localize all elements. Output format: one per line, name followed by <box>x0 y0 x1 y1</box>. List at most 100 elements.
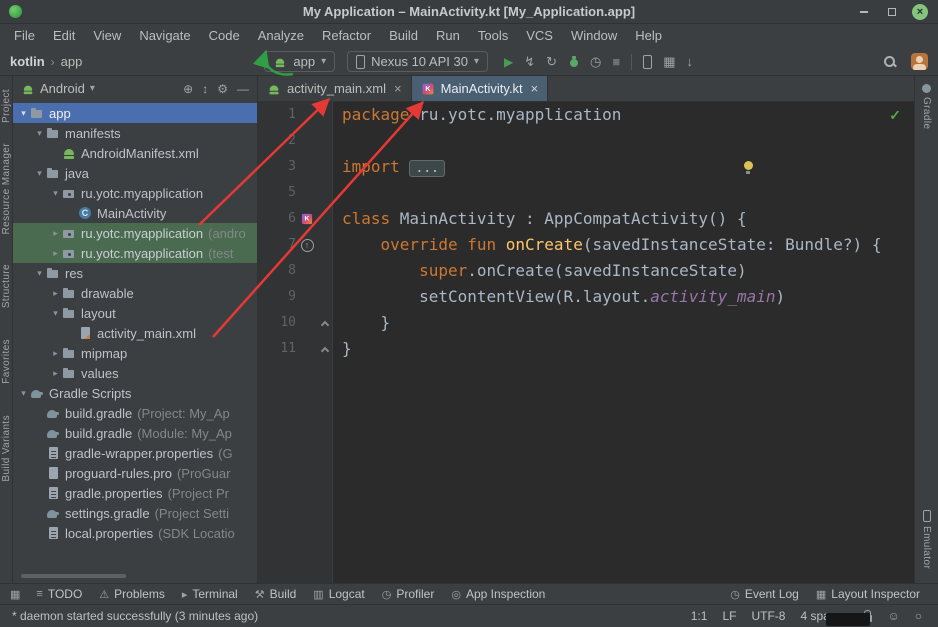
sync-project-icon[interactable]: ↻ <box>546 55 557 68</box>
toolwindow-button-event-log[interactable]: ◷Event Log <box>730 587 799 601</box>
toolwindow-button-todo[interactable]: ≡TODO <box>36 587 82 601</box>
maximize-button[interactable] <box>884 4 900 20</box>
toolwindow-stripe-project[interactable]: Project <box>1 89 12 123</box>
fold-marker-icon[interactable] <box>321 346 329 354</box>
device-manager-icon[interactable] <box>643 55 652 69</box>
horizontal-scrollbar[interactable] <box>19 574 251 578</box>
profile-avatar[interactable] <box>911 53 928 70</box>
avd-manager-icon[interactable]: ▦ <box>663 55 675 68</box>
chevron-down-icon[interactable]: ▾ <box>33 168 46 179</box>
tree-item-app[interactable]: ▾app <box>13 103 257 123</box>
menu-item-help[interactable]: Help <box>626 24 671 48</box>
apply-changes-icon[interactable]: ↯ <box>524 55 535 68</box>
menu-item-navigate[interactable]: Navigate <box>130 24 199 48</box>
toolwindow-stripe-favorites[interactable]: Favorites <box>1 339 12 384</box>
tree-item-values[interactable]: ▸values <box>13 363 257 383</box>
line-number[interactable]: 11 <box>258 336 296 362</box>
tree-item-ru-yotc-myapplication[interactable]: ▾ru.yotc.myapplication <box>13 183 257 203</box>
tree-item-mainactivity[interactable]: MainActivity <box>13 203 257 223</box>
toolwindow-stripe-structure[interactable]: Structure <box>1 264 12 308</box>
fold-marker-icon[interactable] <box>321 320 329 328</box>
run-button[interactable]: ▶ <box>504 56 513 68</box>
menu-item-edit[interactable]: Edit <box>44 24 84 48</box>
device-selector[interactable]: Nexus 10 API 30 ▾ <box>347 51 488 72</box>
line-separator[interactable]: LF <box>722 609 736 623</box>
intention-bulb-icon[interactable] <box>743 160 754 175</box>
line-number[interactable]: 8 <box>258 258 296 284</box>
tree-item-res[interactable]: ▾res <box>13 263 257 283</box>
chevron-right-icon[interactable]: ▸ <box>49 288 62 299</box>
tree-item-layout[interactable]: ▾layout <box>13 303 257 323</box>
sdk-manager-icon[interactable]: ↓ <box>687 55 694 68</box>
menu-item-run[interactable]: Run <box>427 24 469 48</box>
chevron-down-icon[interactable]: ▾ <box>33 268 46 279</box>
toolwindow-button-logcat[interactable]: ▥Logcat <box>313 587 364 601</box>
toolwindow-button-build[interactable]: ⚒Build <box>255 587 297 601</box>
collapse-all-icon[interactable]: ↕ <box>202 82 208 96</box>
project-view-selector[interactable]: Android <box>40 81 85 96</box>
chevron-down-icon[interactable]: ▾ <box>49 188 62 199</box>
menu-item-window[interactable]: Window <box>562 24 626 48</box>
tree-item-gradle-properties-project-pr[interactable]: gradle.properties(Project Pr <box>13 483 257 503</box>
tab-close-icon[interactable]: × <box>394 81 402 96</box>
file-encoding[interactable]: UTF-8 <box>751 609 785 623</box>
tree-item-ru-yotc-myapplication-andro[interactable]: ▸ru.yotc.myapplication(andro <box>13 223 257 243</box>
tree-item-gradle-scripts[interactable]: ▾Gradle Scripts <box>13 383 257 403</box>
line-number[interactable]: 9 <box>258 284 296 310</box>
editor-tab-activity-main-xml[interactable]: activity_main.xml× <box>258 76 412 101</box>
inspections-status-icon[interactable]: ✓ <box>889 107 901 124</box>
line-number[interactable]: 2 <box>258 128 296 154</box>
menu-item-analyze[interactable]: Analyze <box>249 24 313 48</box>
tab-close-icon[interactable]: × <box>531 81 539 96</box>
tree-item-mipmap[interactable]: ▸mipmap <box>13 343 257 363</box>
toolwindow-button-terminal[interactable]: ▸Terminal <box>182 587 238 601</box>
menu-item-code[interactable]: Code <box>200 24 249 48</box>
locate-file-icon[interactable]: ⊕ <box>183 82 193 96</box>
chevron-down-icon[interactable]: ▾ <box>17 108 30 119</box>
menu-item-refactor[interactable]: Refactor <box>313 24 380 48</box>
minimize-button[interactable] <box>856 4 872 20</box>
chevron-down-icon[interactable]: ▾ <box>33 128 46 139</box>
toolwindow-button-app-inspection[interactable]: ◎App Inspection <box>451 587 545 601</box>
editor[interactable]: 1package ru.yotc.myapplication23import .… <box>258 102 914 583</box>
toolwindow-button-profiler[interactable]: ◷Profiler <box>382 587 435 601</box>
notifications-icon[interactable]: ○ <box>915 609 922 623</box>
tree-item-ru-yotc-myapplication-test[interactable]: ▸ru.yotc.myapplication(test <box>13 243 257 263</box>
search-everywhere-icon[interactable] <box>883 55 897 69</box>
close-button[interactable]: × <box>912 4 928 20</box>
caret-position[interactable]: 1:1 <box>691 609 708 623</box>
toolwindow-stripe-emulator[interactable]: Emulator <box>921 510 932 569</box>
editor-tab-mainactivity-kt[interactable]: MainActivity.kt× <box>412 76 549 101</box>
chevron-down-icon[interactable]: ▾ <box>49 308 62 319</box>
chevron-right-icon[interactable]: ▸ <box>49 248 62 259</box>
tree-item-drawable[interactable]: ▸drawable <box>13 283 257 303</box>
line-number[interactable]: 10 <box>258 310 296 336</box>
tree-item-activity-main-xml[interactable]: activity_main.xml <box>13 323 257 343</box>
tree-item-local-properties-sdk-locatio[interactable]: local.properties(SDK Locatio <box>13 523 257 543</box>
line-number[interactable]: 6 <box>258 206 296 232</box>
chevron-down-icon[interactable]: ▾ <box>17 388 30 399</box>
tree-item-androidmanifest-xml[interactable]: AndroidManifest.xml <box>13 143 257 163</box>
tree-item-build-gradle-project-my-ap[interactable]: build.gradle(Project: My_Ap <box>13 403 257 423</box>
tree-item-proguard-rules-pro-proguar[interactable]: proguard-rules.pro(ProGuar <box>13 463 257 483</box>
line-number[interactable]: 5 <box>258 180 296 206</box>
debug-button[interactable] <box>568 56 579 68</box>
status-message[interactable]: * daemon started successfully (3 minutes… <box>12 609 258 623</box>
run-config-selector[interactable]: app ▾ <box>264 51 335 72</box>
hide-panel-icon[interactable]: — <box>237 82 249 96</box>
menu-item-vcs[interactable]: VCS <box>517 24 562 48</box>
feedback-smiley-icon[interactable]: ☺ <box>887 609 899 623</box>
menu-item-file[interactable]: File <box>5 24 44 48</box>
toolwindow-stripe-gradle[interactable]: Gradle <box>921 84 932 129</box>
kotlin-class-gutter-icon[interactable] <box>301 213 313 225</box>
toolwindow-stripe-resource-manager[interactable]: Resource Manager <box>1 143 12 234</box>
breadcrumb-root[interactable]: kotlin <box>10 54 45 69</box>
breadcrumb-current[interactable]: app <box>61 54 83 69</box>
chevron-right-icon[interactable]: ▸ <box>49 348 62 359</box>
toolwindow-stripe-build-variants[interactable]: Build Variants <box>1 415 12 482</box>
chevron-right-icon[interactable]: ▸ <box>49 228 62 239</box>
line-number[interactable]: 7 <box>258 232 296 258</box>
toolwindow-button-layout-inspector[interactable]: ▦Layout Inspector <box>816 587 920 601</box>
tree-item-java[interactable]: ▾java <box>13 163 257 183</box>
folded-region[interactable]: ... <box>409 160 444 177</box>
